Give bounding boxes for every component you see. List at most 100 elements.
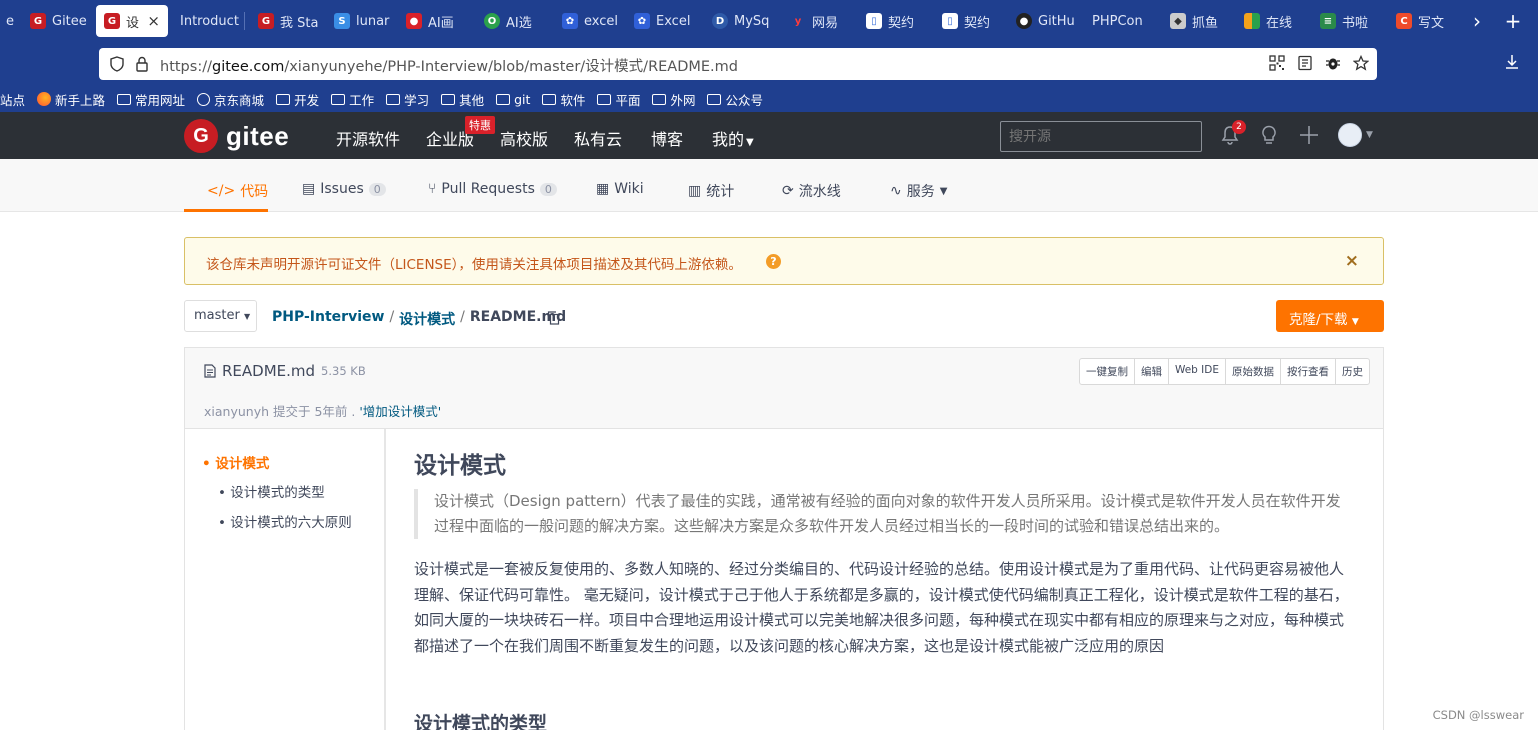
edit-button[interactable]: 编辑 (1135, 359, 1169, 384)
blame-button[interactable]: 按行查看 (1281, 359, 1336, 384)
tab-issues[interactable]: ▤ Issues 0 (302, 181, 386, 197)
bookmark-item[interactable]: 站点 (0, 90, 25, 109)
copy-path-icon[interactable] (547, 311, 560, 325)
clone-download-button[interactable]: 克隆/下载 ▼ (1276, 300, 1384, 332)
web-ide-button[interactable]: Web IDE (1169, 359, 1226, 384)
github-icon: ● (1016, 13, 1032, 29)
close-icon[interactable]: × (147, 12, 160, 30)
issues-icon: ▤ (302, 181, 316, 197)
reader-view-icon[interactable] (1297, 55, 1313, 71)
browser-tab[interactable]: ✿ Excel (626, 5, 698, 37)
browser-tab[interactable]: ✿ excel (554, 5, 620, 37)
browser-tab[interactable]: ● GitHu (1008, 5, 1084, 37)
bookmark-item[interactable]: 其他 (441, 90, 484, 109)
bug-icon[interactable] (1325, 55, 1341, 71)
browser-tab[interactable]: Introduct (172, 5, 242, 37)
browser-tab[interactable]: 在线 (1236, 5, 1308, 37)
history-button[interactable]: 历史 (1336, 359, 1369, 384)
bookmark-item[interactable]: 京东商城 (197, 90, 264, 109)
bookmark-item[interactable]: 软件 (542, 90, 585, 109)
tab-pipeline[interactable]: ⟳ 流水线 (782, 181, 841, 201)
readme-heading: 设计模式的类型 (414, 713, 548, 730)
readme-paragraph: 设计模式是一套被反复使用的、多数人知晓的、经过分类编目的、代码设计经验的总结。使… (414, 560, 1349, 655)
folder-icon (117, 93, 132, 105)
new-tab-icon[interactable]: + (1500, 8, 1526, 34)
qr-code-icon[interactable] (1269, 55, 1285, 71)
browser-nav-bar: https://gitee.com/xianyunyehe/PHP-Interv… (0, 42, 1538, 86)
browser-tab[interactable]: PHPCon (1084, 5, 1160, 37)
browser-tab[interactable]: G Gitee (22, 5, 90, 37)
caret-down-icon[interactable]: ▼ (1366, 130, 1373, 140)
search-input[interactable] (1000, 121, 1202, 152)
grid-icon (1244, 13, 1260, 29)
star-icon[interactable] (1353, 55, 1369, 71)
bookmark-item[interactable]: 学习 (386, 90, 429, 109)
chevron-right-icon[interactable]: › (1464, 8, 1490, 34)
toc-item[interactable]: • 设计模式的六大原则 (218, 511, 352, 531)
tab-pull-requests[interactable]: ⑂ Pull Requests 0 (428, 181, 557, 197)
commit-author[interactable]: xianyunyh (204, 404, 269, 419)
wiki-icon: ▦ (596, 181, 610, 197)
lightbulb-icon[interactable] (1260, 125, 1278, 145)
bookmark-item[interactable]: git (496, 92, 530, 107)
bookmark-item[interactable]: 开发 (276, 90, 319, 109)
browser-tab[interactable]: ● AI画 (398, 5, 470, 37)
table-of-contents: • 设计模式 • 设计模式的类型 • 设计模式的六大原则 (185, 429, 386, 730)
bookmark-item[interactable]: 平面 (597, 90, 640, 109)
repo-nav: </> 代码 ▤ Issues 0 ⑂ Pull Requests 0 ▦ Wiki ▥ 统计… (0, 159, 1538, 212)
plus-icon[interactable] (1299, 125, 1319, 145)
browser-tab[interactable]: C 写文 (1388, 5, 1460, 37)
tab-stats[interactable]: ▥ 统计 (688, 181, 734, 201)
shield-icon[interactable] (109, 56, 125, 72)
nav-blog[interactable]: 博客 (651, 126, 683, 150)
browser-tab[interactable]: G我 Sta (250, 5, 320, 37)
browser-tab[interactable]: ▯ 契约 (934, 5, 1006, 37)
bookmark-item[interactable]: 外网 (652, 90, 695, 109)
branch-select[interactable]: master ▼ (184, 300, 257, 332)
breadcrumb: PHP-Interview / 设计模式 / README.md (272, 309, 567, 329)
nav-open-source[interactable]: 开源软件 (336, 126, 400, 150)
browser-tab[interactable]: y 网易 (782, 5, 854, 37)
pipeline-icon: ⟳ (782, 183, 794, 199)
close-icon[interactable]: × (1345, 251, 1359, 271)
toc-item[interactable]: • 设计模式的类型 (218, 481, 325, 501)
breadcrumb-folder[interactable]: 设计模式 (399, 309, 455, 329)
pull-request-icon: ⑂ (428, 181, 437, 197)
breadcrumb-repo[interactable]: PHP-Interview (272, 309, 384, 329)
browser-tab[interactable]: Slunar (326, 5, 392, 37)
gitee-logo[interactable]: G gitee (184, 119, 289, 153)
browser-tab-active[interactable]: G 设 × (96, 5, 168, 37)
duck-icon: ◆ (1170, 13, 1186, 29)
browser-tab[interactable]: ≡ 书啦 (1312, 5, 1384, 37)
download-icon[interactable] (1504, 54, 1520, 70)
tab-services[interactable]: ∿ 服务 ▼ (890, 181, 947, 201)
tab-wiki[interactable]: ▦ Wiki (596, 181, 644, 197)
gitee-icon: G (104, 13, 120, 29)
nav-education[interactable]: 高校版 (500, 126, 548, 150)
browser-tab[interactable]: ▯ 契约 (858, 5, 930, 37)
browser-tab[interactable]: ◆ 抓鱼 (1162, 5, 1234, 37)
tab-code[interactable]: </> 代码 (207, 181, 268, 201)
gitee-icon: G (258, 13, 274, 29)
bookmark-item[interactable]: 新手上路 (37, 90, 105, 109)
nav-private-cloud[interactable]: 私有云 (574, 126, 622, 150)
nav-mine[interactable]: 我的 ▼ (712, 126, 754, 150)
browser-tab[interactable]: D MySq (704, 5, 776, 37)
url-text[interactable]: https://gitee.com/xianyunyehe/PHP-Interv… (160, 55, 738, 76)
firefox-icon (37, 92, 52, 106)
browser-tab[interactable]: O AI选 (476, 5, 548, 37)
help-icon[interactable]: ? (766, 254, 781, 269)
bookmark-item[interactable]: 工作 (331, 90, 374, 109)
paw-icon: ✿ (562, 13, 578, 29)
address-bar[interactable]: https://gitee.com/xianyunyehe/PHP-Interv… (99, 48, 1377, 80)
commit-message[interactable]: '增加设计模式' (359, 404, 441, 419)
file-size: 5.35 KB (321, 364, 366, 378)
bookmark-item[interactable]: 常用网址 (117, 90, 185, 109)
bookmark-item[interactable]: 公众号 (707, 90, 763, 109)
copy-all-button[interactable]: 一键复制 (1080, 359, 1135, 384)
lock-icon[interactable] (135, 56, 149, 72)
toc-item[interactable]: • 设计模式 (202, 452, 269, 472)
raw-button[interactable]: 原始数据 (1226, 359, 1281, 384)
gitee-logo-icon: G (184, 119, 218, 153)
avatar[interactable] (1338, 123, 1362, 147)
